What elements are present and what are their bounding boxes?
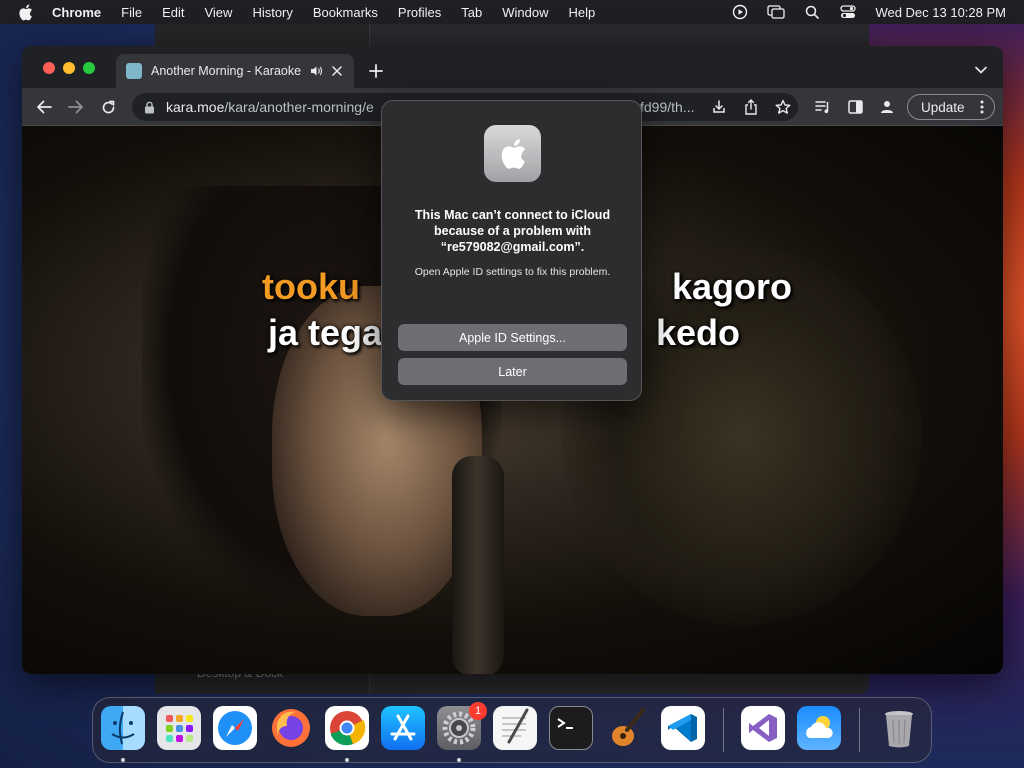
dock-chrome-icon[interactable] (325, 706, 369, 750)
dock-launchpad-icon[interactable] (157, 706, 201, 750)
dock-safari-icon[interactable] (213, 706, 257, 750)
share-icon[interactable] (742, 98, 760, 116)
update-chrome-button[interactable]: Update (907, 94, 995, 120)
dock-garageband-icon[interactable] (605, 706, 649, 750)
dock-visual-studio-icon[interactable] (741, 706, 785, 750)
dock-separator (723, 708, 724, 752)
dock-vscode-icon[interactable] (661, 706, 705, 750)
tab-search-chevron-down-icon[interactable] (975, 65, 987, 75)
apple-id-settings-button[interactable]: Apple ID Settings... (398, 324, 627, 351)
address-path-tail: fd99/th... (640, 99, 695, 115)
menu-edit[interactable]: Edit (162, 5, 184, 20)
dock-terminal-icon[interactable] (549, 706, 593, 750)
dock-trash-icon[interactable] (877, 706, 921, 750)
tab-another-morning[interactable]: Another Morning - Karaoke (116, 54, 354, 88)
address-host: kara.moe (166, 99, 225, 115)
tab-title: Another Morning - Karaoke (151, 64, 302, 78)
tab-strip: Another Morning - Karaoke (22, 46, 1003, 88)
tab-close-icon[interactable] (332, 66, 346, 76)
lock-icon[interactable] (144, 100, 156, 114)
dock-textedit-icon[interactable] (493, 706, 537, 750)
bookmark-star-icon[interactable] (774, 98, 792, 116)
window-close-button[interactable] (43, 62, 55, 74)
menu-history[interactable]: History (252, 5, 292, 20)
screen-record-icon[interactable] (731, 4, 749, 20)
system-settings-badge: 1 (469, 702, 487, 720)
apple-logo-icon (484, 125, 541, 182)
media-controls-icon[interactable] (814, 98, 832, 116)
menu-help[interactable]: Help (569, 5, 596, 20)
screen-mirroring-icon[interactable] (767, 4, 786, 20)
later-button[interactable]: Later (398, 358, 627, 385)
address-path: /kara/another-morning/e (224, 99, 374, 115)
control-center-icon[interactable] (839, 4, 857, 20)
dock-app-store-icon[interactable] (381, 706, 425, 750)
reload-icon[interactable] (99, 98, 117, 116)
lyric-line2-left: ja tega (268, 312, 383, 353)
menu-profiles[interactable]: Profiles (398, 5, 441, 20)
dock-weather-icon[interactable] (797, 706, 841, 750)
alert-heading: This Mac can’t connect to iCloud because… (414, 208, 611, 254)
profile-avatar-icon[interactable] (878, 98, 896, 116)
lyric-line2-right: kedo (656, 312, 741, 353)
icloud-alert-dialog: This Mac can’t connect to iCloud because… (381, 100, 642, 401)
lyric-line1-left: tooku (262, 266, 360, 307)
dock-running-indicator (457, 758, 461, 762)
dock-firefox-icon[interactable] (269, 706, 313, 750)
spotlight-search-icon[interactable] (803, 4, 821, 20)
forward-arrow-icon[interactable] (67, 98, 85, 116)
dock-running-indicator (345, 758, 349, 762)
back-arrow-icon[interactable] (35, 98, 53, 116)
more-menu-icon[interactable] (980, 100, 984, 114)
menu-bar-status-area: Wed Dec 13 10:28 PM (731, 0, 1006, 24)
menu-bookmarks[interactable]: Bookmarks (313, 5, 378, 20)
lyric-line1-right: kagoro (672, 266, 793, 307)
menu-view[interactable]: View (204, 5, 232, 20)
menu-tab[interactable]: Tab (461, 5, 482, 20)
window-zoom-button[interactable] (83, 62, 95, 74)
dock-running-indicator (121, 758, 125, 762)
side-panel-icon[interactable] (846, 98, 864, 116)
install-app-download-icon[interactable] (710, 98, 728, 116)
menu-file[interactable]: File (121, 5, 142, 20)
menu-bar-clock[interactable]: Wed Dec 13 10:28 PM (875, 5, 1006, 20)
tab-audio-playing-icon[interactable] (310, 65, 324, 77)
window-minimize-button[interactable] (63, 62, 75, 74)
apple-menu-icon[interactable] (18, 3, 36, 21)
menu-bar: Chrome File Edit View History Bookmarks … (0, 0, 1024, 24)
update-button-label: Update (921, 99, 965, 115)
dock-finder-icon[interactable] (101, 706, 145, 750)
video-frame-microphone (452, 456, 504, 674)
alert-message: Open Apple ID settings to fix this probl… (414, 266, 611, 278)
dock: 1 (92, 697, 932, 763)
menu-window[interactable]: Window (502, 5, 548, 20)
new-tab-plus-icon[interactable] (368, 63, 384, 79)
dock-separator (859, 708, 860, 752)
kara-moe-favicon (126, 63, 142, 79)
menu-app-name[interactable]: Chrome (52, 5, 101, 20)
